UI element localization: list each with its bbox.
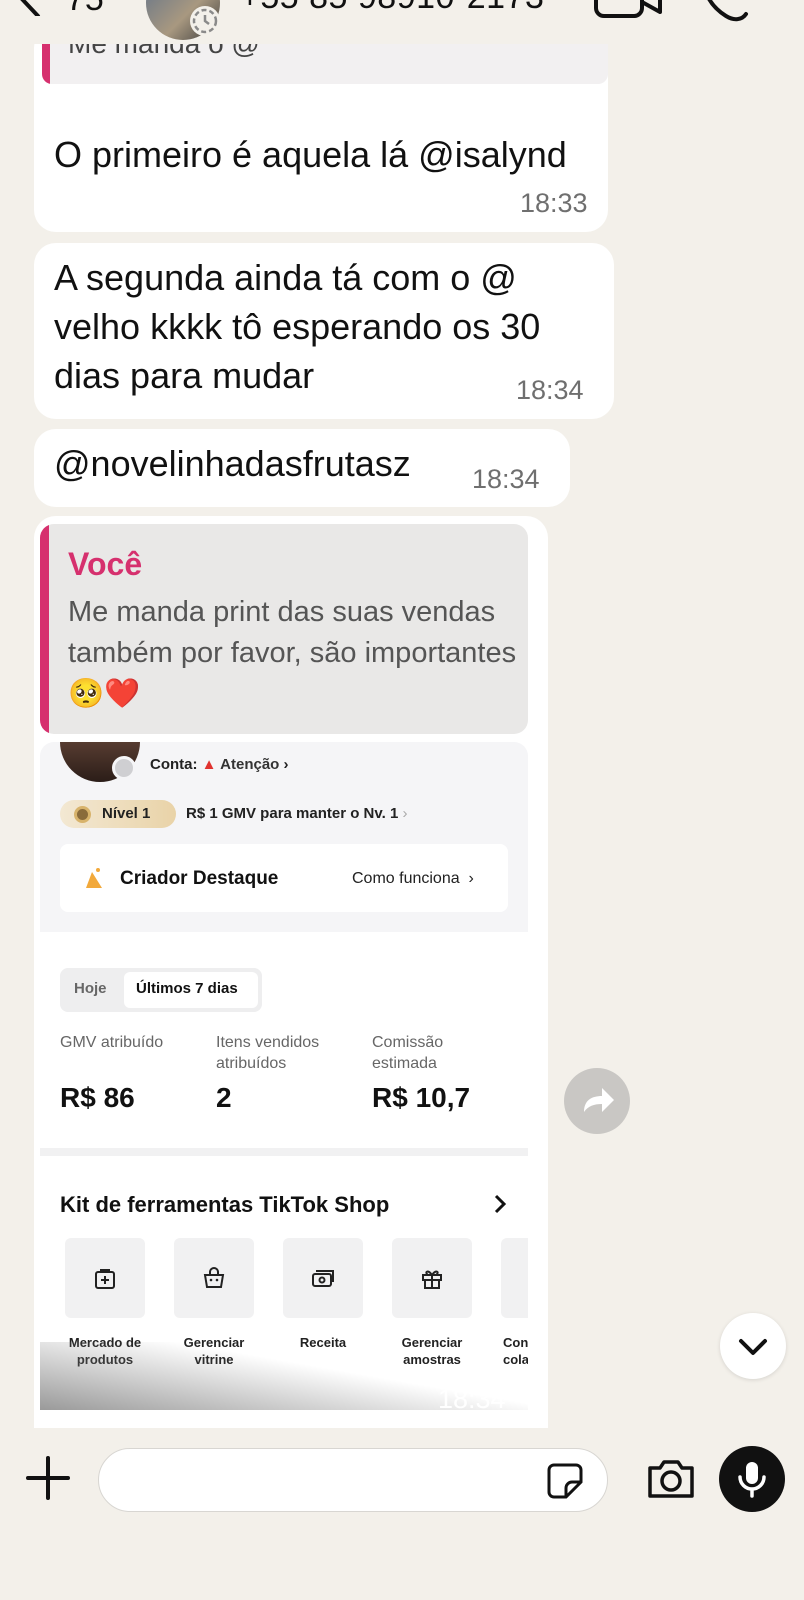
basket-icon	[203, 1267, 225, 1288]
chevron-right-icon: ›	[283, 756, 289, 773]
how-it-works-link: Como funciona ›	[352, 870, 474, 887]
microphone-icon	[738, 1462, 766, 1498]
shared-screenshot-image[interactable]: Conta: ▲ Atenção › Nível 1 R$ 1 GMV para…	[40, 742, 528, 1410]
tab-last-7-days-label: Últimos 7 dias	[136, 980, 238, 997]
warning-icon: ▲	[201, 756, 217, 773]
quote-accent-bar	[40, 524, 49, 734]
chevron-right-icon	[494, 1194, 507, 1214]
message-time: 18:34	[438, 1384, 506, 1414]
message-bubble[interactable]: Me manda o @ O primeiro é aquela lá @isa…	[34, 12, 608, 232]
account-status: Conta: ▲ Atenção ›	[150, 756, 289, 773]
status-ring-icon	[190, 6, 220, 36]
message-time: 18:34	[472, 464, 540, 494]
unread-count: 75	[66, 0, 104, 19]
period-segmented-control: Hoje Últimos 7 dias	[60, 968, 262, 1012]
metric-label: GMV atribuído	[60, 1034, 164, 1051]
account-label: Conta:	[150, 756, 198, 773]
tab-today: Hoje	[74, 980, 107, 997]
gift-icon	[422, 1270, 442, 1289]
cash-icon	[312, 1270, 334, 1287]
quoted-message[interactable]: Você Me manda print das suas vendas tamb…	[40, 524, 528, 734]
settings-gear-icon	[112, 756, 136, 780]
message-bubble[interactable]: @novelinhadasfrutasz 18:34	[34, 429, 570, 507]
message-text: @novelinhadasfrutasz	[54, 443, 411, 484]
message-input[interactable]	[98, 1448, 608, 1512]
back-arrow-icon[interactable]	[14, 0, 44, 16]
spotlight-icon	[86, 868, 102, 888]
message-composer	[0, 1430, 804, 1600]
level-badge-text: Nível 1	[102, 805, 151, 822]
message-time: 18:33	[520, 188, 588, 218]
level-note-text: R$ 1 GMV para manter o Nv. 1	[186, 805, 399, 822]
plus-icon[interactable]	[24, 1454, 72, 1502]
forward-button[interactable]	[564, 1068, 630, 1134]
toolkit-title: Kit de ferramentas TikTok Shop	[60, 1192, 390, 1217]
creator-highlight-card: Criador Destaque Como funciona ›	[60, 844, 508, 912]
how-it-works-text: Como funciona	[352, 870, 460, 887]
contact-name[interactable]: +55 85 98910-2173	[240, 0, 544, 17]
metric-label: Comissão estimada	[372, 1034, 444, 1072]
message-text: O primeiro é aquela lá @isalynd	[54, 134, 567, 175]
sticker-icon[interactable]	[546, 1462, 584, 1500]
quoted-author: Você	[68, 546, 143, 582]
camera-icon[interactable]	[646, 1458, 696, 1500]
scroll-to-bottom-button[interactable]	[720, 1313, 786, 1379]
level-badge: Nível 1	[60, 800, 176, 828]
profile-summary-panel: Conta: ▲ Atenção › Nível 1 R$ 1 GMV para…	[40, 742, 528, 932]
bag-plus-icon	[95, 1269, 115, 1289]
level-coin-icon	[74, 806, 91, 823]
chat-header: 75 +55 85 98910-2173	[0, 0, 804, 44]
chevron-down-icon	[739, 1339, 767, 1355]
message-line: A segunda ainda tá com o @	[54, 257, 517, 298]
image-message-bubble[interactable]: Você Me manda print das suas vendas tamb…	[34, 516, 548, 1428]
metric-value: 2	[216, 1082, 232, 1113]
voice-message-button[interactable]	[719, 1446, 785, 1512]
partial-icon	[501, 1238, 528, 1318]
quoted-text: Me manda print das suas vendas também po…	[68, 596, 517, 710]
video-call-icon[interactable]	[594, 0, 664, 20]
tool-revenue: Receita	[283, 1238, 363, 1351]
metric-value: R$ 10,7	[372, 1082, 471, 1113]
chevron-right-icon: ›	[402, 805, 408, 822]
phone-call-icon[interactable]	[700, 0, 750, 22]
creator-title: Criador Destaque	[120, 868, 279, 889]
section-divider	[40, 1148, 528, 1156]
metric-label: Itens vendidos atribuídos	[216, 1034, 320, 1072]
forward-arrow-icon	[584, 1088, 614, 1112]
message-time: 18:34	[516, 375, 584, 405]
message-line: velho kkkk tô esperando os 30	[54, 306, 541, 347]
message-bubble[interactable]: A segunda ainda tá com o @ velho kkkk tô…	[34, 243, 614, 419]
metric-value: R$ 86	[60, 1082, 135, 1113]
tab-last-7-days: Últimos 7 dias	[124, 972, 258, 1008]
account-status-text: Atenção	[220, 756, 280, 773]
level-note: R$ 1 GMV para manter o Nv. 1 ›	[186, 805, 407, 822]
